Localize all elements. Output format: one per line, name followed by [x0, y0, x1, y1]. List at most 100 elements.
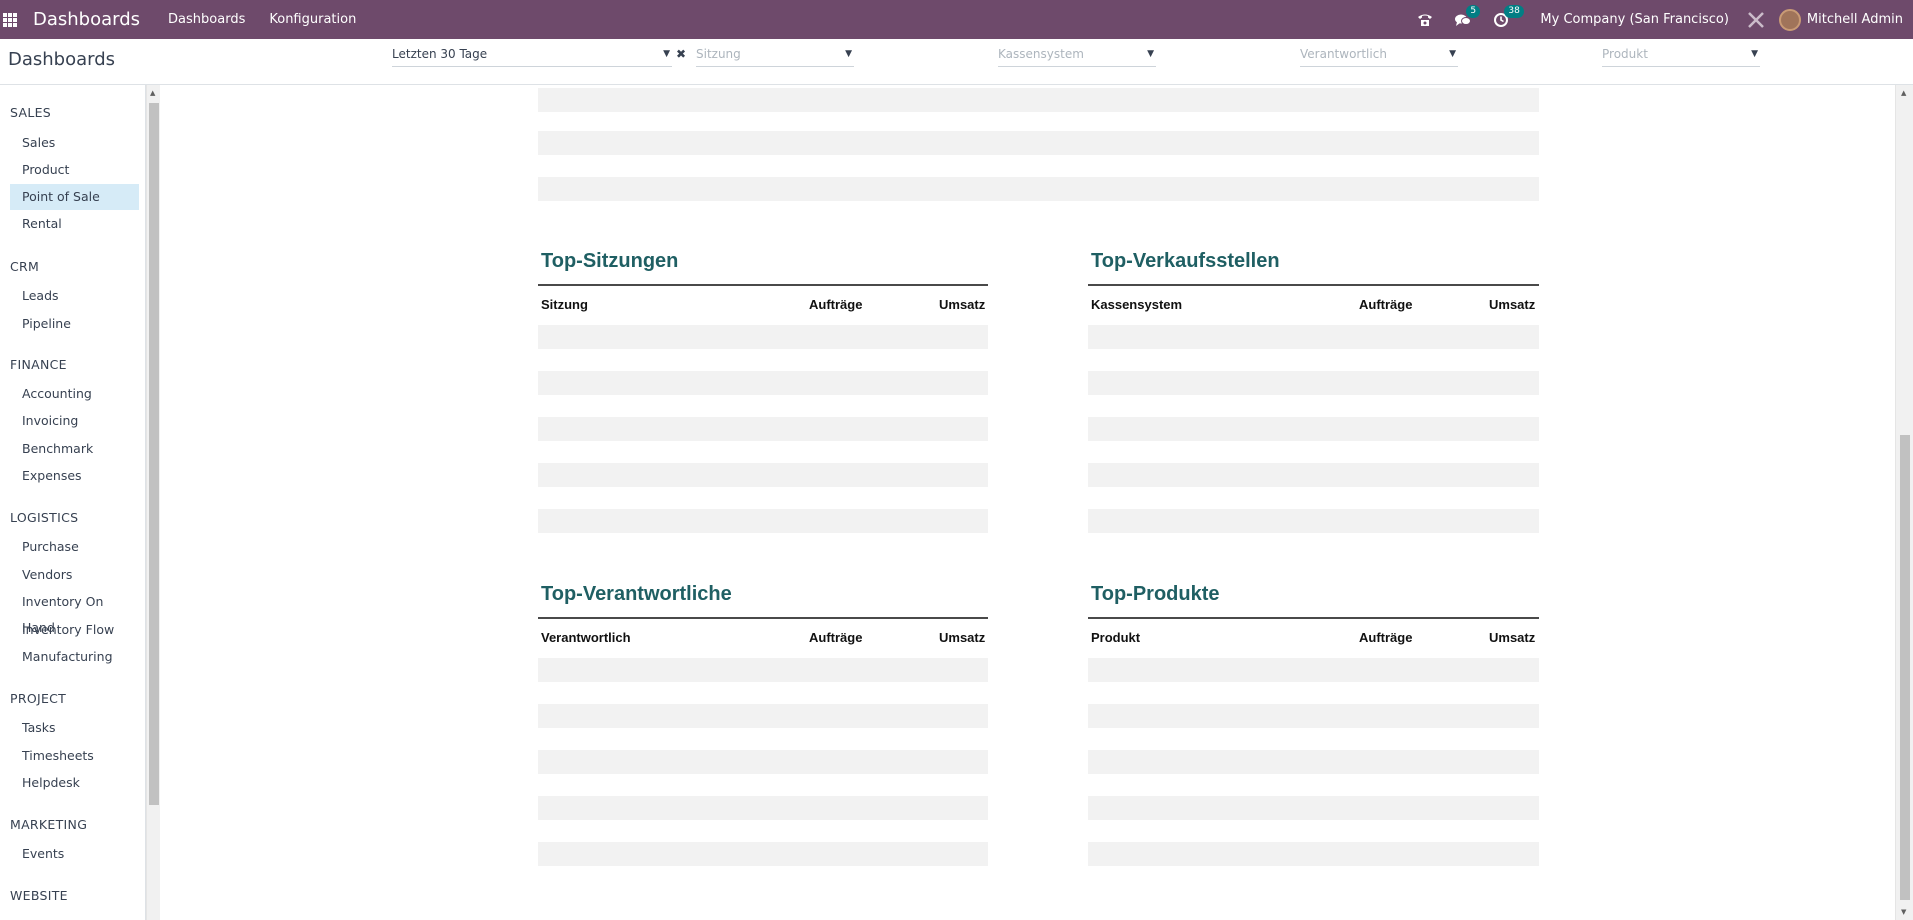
col-header-revenue[interactable]: Umsatz [939, 297, 985, 312]
placeholder-row [1088, 658, 1539, 682]
menu-konfiguration[interactable]: Konfiguration [269, 12, 356, 27]
period-filter-value: Letzten 30 Tage [392, 47, 488, 61]
sidebar-item-manufacturing[interactable]: Manufacturing [10, 644, 139, 670]
sidebar-scrollbar-thumb[interactable] [149, 103, 159, 805]
section-divider [538, 617, 988, 619]
sidebar-item-inventory-on-hand[interactable]: Inventory On Hand [10, 589, 139, 635]
col-header-revenue[interactable]: Umsatz [1489, 297, 1535, 312]
product-filter[interactable]: Produkt ▼ [1602, 47, 1760, 67]
main-scrollbar[interactable]: ▲ ▼ [1895, 85, 1913, 920]
dashboard-content: Top-Sitzungen Sitzung Aufträge Umsatz To… [162, 85, 1895, 920]
activities-clock-icon[interactable]: 38 [1492, 4, 1524, 29]
top-products-title: Top-Produkte [1091, 583, 1220, 605]
messages-icon[interactable]: 5 [1454, 4, 1481, 29]
placeholder-row [538, 750, 988, 774]
placeholder-row [538, 796, 988, 820]
phone-icon[interactable] [1416, 11, 1434, 29]
period-filter[interactable]: Letzten 30 Tage ▼ ✖ [392, 47, 686, 67]
chevron-down-icon: ▼ [1751, 49, 1758, 59]
sidebar-scrollbar[interactable]: ▲ [146, 85, 160, 920]
placeholder-row [1088, 463, 1539, 487]
placeholder-row [538, 417, 988, 441]
top-navbar: Dashboards Dashboards Konfiguration 5 38… [0, 0, 1913, 39]
placeholder-row [538, 658, 988, 682]
col-header-orders[interactable]: Aufträge [809, 630, 862, 645]
menu-dashboards[interactable]: Dashboards [168, 12, 245, 27]
col-header-revenue[interactable]: Umsatz [939, 630, 985, 645]
col-header-responsible[interactable]: Verantwortlich [541, 630, 631, 645]
sidebar-item-leads[interactable]: Leads [10, 283, 139, 309]
responsible-filter-placeholder: Verantwortlich [1300, 47, 1387, 61]
section-divider [1088, 617, 1539, 619]
placeholder-row [1088, 417, 1539, 441]
col-header-orders[interactable]: Aufträge [1359, 630, 1412, 645]
sidebar-section-website: WEBSITE [10, 888, 68, 903]
placeholder-row [538, 842, 988, 866]
placeholder-row [1088, 750, 1539, 774]
sidebar-item-product[interactable]: Product [10, 157, 139, 183]
col-header-orders[interactable]: Aufträge [809, 297, 862, 312]
section-divider [538, 284, 988, 286]
placeholder-row [1088, 842, 1539, 866]
user-menu[interactable]: Mitchell Admin [1807, 12, 1903, 27]
scroll-down-arrow-icon[interactable]: ▼ [1901, 908, 1906, 916]
placeholder-row [1088, 796, 1539, 820]
sidebar-item-rental[interactable]: Rental [10, 211, 139, 237]
activities-badge: 38 [1504, 4, 1524, 18]
sidebar-item-events[interactable]: Events [10, 841, 139, 867]
session-filter-placeholder: Sitzung [696, 47, 741, 61]
pos-filter[interactable]: Kassensystem ▼ [998, 47, 1156, 67]
navbar-systray: 5 38 My Company (San Francisco) Mitchell… [1396, 0, 1903, 39]
sidebar-section-crm: CRM [10, 259, 40, 274]
col-header-session[interactable]: Sitzung [541, 297, 588, 312]
app-brand[interactable]: Dashboards [33, 9, 140, 30]
sidebar-item-helpdesk[interactable]: Helpdesk [10, 770, 139, 796]
sidebar-item-point-of-sale[interactable]: Point of Sale [10, 184, 139, 210]
placeholder-row [538, 371, 988, 395]
sidebar-item-pipeline[interactable]: Pipeline [10, 311, 139, 337]
sidebar-item-accounting[interactable]: Accounting [10, 381, 139, 407]
sidebar-section-marketing: MARKETING [10, 817, 88, 832]
placeholder-row [538, 509, 988, 533]
sidebar-section-logistics: LOGISTICS [10, 510, 79, 525]
sidebar-item-benchmark[interactable]: Benchmark [10, 436, 139, 462]
top-pos-title: Top-Verkaufsstellen [1091, 250, 1280, 272]
sidebar-item-tasks[interactable]: Tasks [10, 715, 139, 741]
col-header-orders[interactable]: Aufträge [1359, 297, 1412, 312]
scroll-up-arrow-icon[interactable]: ▲ [1901, 89, 1906, 97]
sidebar-item-expenses[interactable]: Expenses [10, 463, 139, 489]
sidebar-section-project: PROJECT [10, 691, 67, 706]
scroll-up-arrow-icon[interactable]: ▲ [150, 89, 155, 97]
sidebar-item-purchase[interactable]: Purchase [10, 534, 139, 560]
sidebar-item-vendors[interactable]: Vendors [10, 562, 139, 588]
top-responsible-title: Top-Verantwortliche [541, 583, 732, 605]
placeholder-row [1088, 509, 1539, 533]
sidebar-item-sales[interactable]: Sales [10, 130, 139, 156]
user-avatar[interactable] [1778, 8, 1801, 31]
debug-tools-icon[interactable] [1747, 11, 1765, 29]
apps-grid-icon[interactable] [3, 12, 17, 27]
product-filter-placeholder: Produkt [1602, 47, 1648, 61]
section-divider [1088, 284, 1539, 286]
sidebar-item-invoicing[interactable]: Invoicing [10, 408, 139, 434]
company-switcher[interactable]: My Company (San Francisco) [1540, 12, 1728, 27]
responsible-filter[interactable]: Verantwortlich ▼ [1300, 47, 1458, 67]
placeholder-row [1088, 325, 1539, 349]
col-header-product[interactable]: Produkt [1091, 630, 1140, 645]
placeholder-row [538, 131, 1539, 155]
clear-filter-icon[interactable]: ✖ [676, 47, 686, 61]
messages-badge: 5 [1466, 4, 1481, 18]
placeholder-row [538, 88, 1539, 112]
placeholder-row [538, 177, 1539, 201]
col-header-revenue[interactable]: Umsatz [1489, 630, 1535, 645]
top-sessions-title: Top-Sitzungen [541, 250, 679, 272]
chevron-down-icon: ▼ [1147, 49, 1154, 59]
sidebar-section-sales: SALES [10, 105, 52, 120]
col-header-pos[interactable]: Kassensystem [1091, 297, 1182, 312]
chevron-down-icon: ▼ [663, 49, 670, 59]
sidebar-section-finance: FINANCE [10, 357, 67, 372]
session-filter[interactable]: Sitzung ▼ [696, 47, 854, 67]
sidebar-item-inventory-flow[interactable]: Inventory Flow [10, 617, 139, 643]
sidebar-item-timesheets[interactable]: Timesheets [10, 743, 139, 769]
main-scrollbar-thumb[interactable] [1900, 435, 1910, 900]
